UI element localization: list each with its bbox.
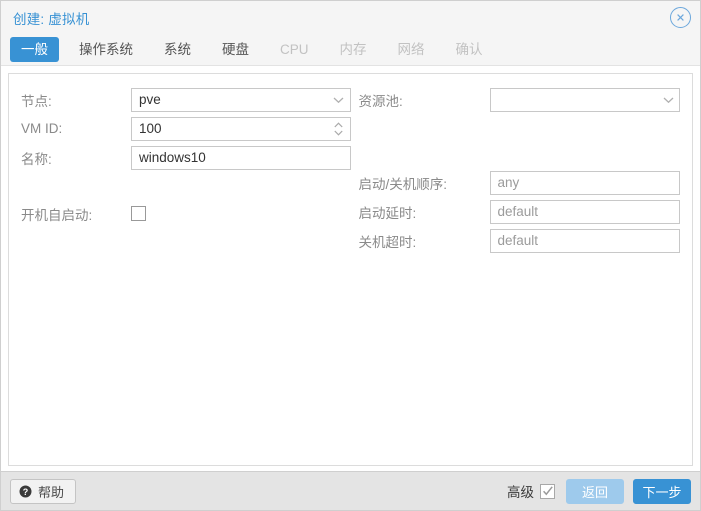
field-onboot-label: 开机自启动: — [21, 207, 93, 223]
dialog-title: 创建: 虚拟机 — [13, 11, 90, 27]
field-vmid-label: VM ID: — [21, 121, 63, 136]
advanced-label: 高级 — [507, 485, 534, 500]
tab-network: 网络 — [397, 42, 425, 57]
form-columns: 节点: pve VM ID: 100 名称: windows10 开机自启动: … — [21, 85, 680, 255]
chevron-down-icon[interactable] — [332, 88, 346, 112]
field-startup-delay-control: default — [489, 199, 680, 224]
dialog-titlebar: 创建: 虚拟机 — [1, 1, 700, 34]
pool-select[interactable] — [489, 87, 680, 112]
startup-delay-input[interactable]: default — [489, 199, 680, 224]
tab-confirm: 确认 — [455, 42, 483, 57]
tab-system[interactable]: 系统 — [153, 37, 202, 62]
right-column-gap-1 — [359, 114, 681, 141]
node-select[interactable]: pve — [131, 87, 351, 112]
help-button-label: 帮助 — [38, 484, 65, 500]
field-node-label: 节点: — [21, 93, 52, 109]
dialog-footer: ? 帮助 高级 返回 下一步 — [1, 471, 700, 510]
field-shutdown-timeout-control: default — [489, 228, 680, 253]
help-circle-icon: ? — [19, 485, 32, 498]
field-vmid-control: 100 — [131, 116, 351, 141]
spinner-updown-icon[interactable] — [332, 117, 346, 141]
right-column-gap-2 — [359, 141, 681, 168]
field-node-control: pve — [131, 87, 351, 112]
close-icon[interactable] — [670, 7, 691, 28]
field-shutdown-timeout: 关机超时: default — [358, 226, 680, 255]
field-pool-label: 资源池: — [358, 93, 403, 109]
field-name-control: windows10 — [131, 145, 351, 170]
field-onboot: 开机自启动: — [21, 199, 351, 228]
next-button[interactable]: 下一步 — [633, 478, 691, 504]
create-vm-dialog: 创建: 虚拟机 一般 操作系统 系统 硬盘 CPU 内存 网络 确认 节点: p… — [0, 0, 701, 511]
field-startup-order: 启动/关机顺序: any — [358, 168, 680, 197]
name-input[interactable]: windows10 — [131, 145, 351, 170]
chevron-down-icon[interactable] — [661, 88, 675, 112]
field-pool: 资源池: — [358, 85, 680, 114]
tab-disk[interactable]: 硬盘 — [211, 37, 260, 62]
field-pool-control — [489, 87, 680, 112]
check-icon — [542, 486, 553, 496]
field-onboot-control — [131, 206, 351, 221]
vmid-input[interactable]: 100 — [131, 116, 351, 141]
field-name: 名称: windows10 — [21, 143, 351, 172]
startup-order-input[interactable]: any — [489, 170, 680, 195]
shutdown-timeout-input[interactable]: default — [489, 228, 680, 253]
onboot-checkbox[interactable] — [131, 206, 146, 221]
advanced-checkbox[interactable] — [540, 483, 555, 499]
tab-cpu: CPU — [280, 42, 309, 57]
tab-memory: 内存 — [339, 42, 367, 57]
field-startup-order-label: 启动/关机顺序: — [358, 176, 448, 192]
form-column-left: 节点: pve VM ID: 100 名称: windows10 开机自启动: — [21, 85, 351, 255]
field-startup-delay-label: 启动延时: — [358, 205, 417, 221]
field-name-label: 名称: — [21, 151, 52, 167]
svg-text:?: ? — [23, 487, 29, 497]
back-button[interactable]: 返回 — [566, 478, 624, 504]
advanced-toggle[interactable]: 高级 — [507, 481, 555, 501]
field-vmid: VM ID: 100 — [21, 114, 351, 143]
tab-os[interactable]: 操作系统 — [68, 37, 144, 62]
help-button[interactable]: ? 帮助 — [10, 478, 77, 504]
left-column-gap — [21, 172, 351, 199]
field-node: 节点: pve — [21, 85, 351, 114]
form-column-right: 资源池: 启动/关机顺序: any 启动延时: default 关机超时: de… — [351, 85, 681, 255]
tab-general[interactable]: 一般 — [10, 37, 59, 62]
field-startup-delay: 启动延时: default — [358, 197, 680, 226]
wizard-tabbar: 一般 操作系统 系统 硬盘 CPU 内存 网络 确认 — [1, 34, 700, 66]
general-form-panel: 节点: pve VM ID: 100 名称: windows10 开机自启动: … — [8, 73, 693, 466]
field-shutdown-timeout-label: 关机超时: — [358, 234, 417, 250]
dialog-body: 节点: pve VM ID: 100 名称: windows10 开机自启动: … — [1, 66, 700, 471]
field-startup-order-control: any — [489, 170, 680, 195]
